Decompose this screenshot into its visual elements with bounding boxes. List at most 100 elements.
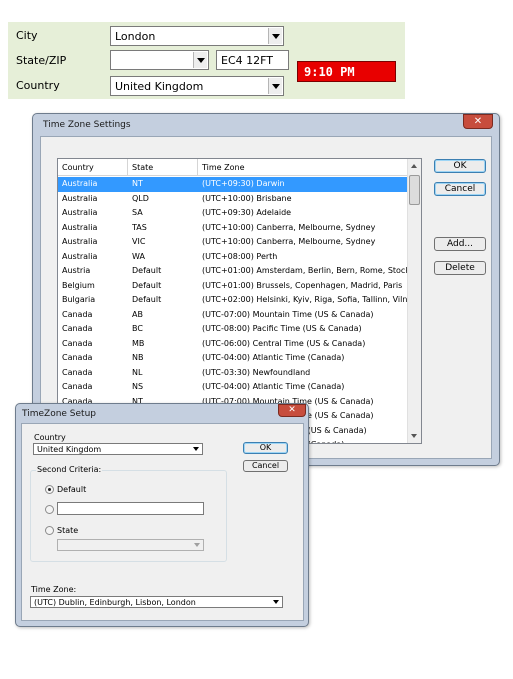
table-row[interactable]: Bulgaria Default (UTC+02:00) Helsinki, Kyi… <box>58 293 409 308</box>
chevron-down-icon[interactable] <box>193 52 207 68</box>
cell-timezone: (UTC+09:30) Darwin <box>202 179 285 188</box>
cell-state: TAS <box>132 222 147 232</box>
state-radio-label: State <box>57 526 79 535</box>
cell-country: Australia <box>62 251 98 261</box>
cell-timezone: (UTC-04:00) Atlantic Time (Canada) <box>202 353 345 362</box>
delete-button[interactable]: Delete <box>434 261 486 275</box>
cell-state: BC <box>132 324 143 333</box>
column-header-country[interactable]: Country <box>58 159 128 176</box>
table-row[interactable]: Canada BC (UTC-08:00) Pacific Time (US & C… <box>58 322 409 337</box>
close-button[interactable]: ✕ <box>278 404 306 417</box>
table-row[interactable]: Austria Default (UTC+01:00) Amsterdam, Ber… <box>58 264 409 279</box>
cell-timezone: (UTC-07:00) Mountain Time (US & Canada) <box>202 309 374 319</box>
cell-country: Canada <box>62 353 93 362</box>
grid-scrollbar[interactable] <box>407 159 421 443</box>
city-value: London <box>115 30 156 43</box>
cell-country: Australia <box>62 237 98 246</box>
cell-state: NS <box>132 382 144 391</box>
cell-state: QLD <box>132 193 149 203</box>
cell-state: Default <box>132 295 162 304</box>
close-icon: ✕ <box>288 405 296 415</box>
table-row[interactable]: Belgium Default (UTC+01:00) Brussels, Cope… <box>58 279 409 294</box>
add-button[interactable]: Add... <box>434 237 486 251</box>
table-row[interactable]: Canada MB (UTC-06:00) Central Time (US & C… <box>58 337 409 352</box>
table-row[interactable]: Australia QLD (UTC+10:00) Brisbane <box>58 192 409 207</box>
country-label: Country <box>16 79 60 92</box>
setup-country-value: United Kingdom <box>37 445 102 454</box>
cell-country: Australia <box>62 179 98 188</box>
setup-country-label: Country <box>34 433 66 442</box>
cell-country: Australia <box>62 222 98 232</box>
setup-ok-button[interactable]: OK <box>243 442 288 454</box>
scroll-up-icon[interactable] <box>408 159 421 173</box>
time-display: 9:10 PM <box>297 61 396 82</box>
state-dropdown[interactable] <box>110 50 209 70</box>
cell-state: SA <box>132 208 143 217</box>
cell-country: Canada <box>62 309 93 319</box>
custom-criteria-input[interactable] <box>57 502 204 515</box>
timezone-grid[interactable]: Country State Time Zone Australia NT (UTC+… <box>57 158 422 444</box>
cell-timezone: (UTC-08:00) Pacific Time (US & Canada) <box>202 324 362 333</box>
city-dropdown[interactable]: London <box>110 26 284 46</box>
setup-state-dropdown[interactable] <box>57 539 204 551</box>
cell-country: Canada <box>62 382 93 391</box>
cell-country: Australia <box>62 208 98 217</box>
scroll-thumb[interactable] <box>409 175 420 205</box>
tz-setup-title: TimeZone Setup <box>22 409 96 419</box>
tz-settings-title: Time Zone Settings <box>43 120 131 130</box>
table-row[interactable]: Australia SA (UTC+09:30) Adelaide <box>58 206 409 221</box>
close-button[interactable]: ✕ <box>463 114 493 129</box>
table-row[interactable]: Canada NS (UTC-04:00) Atlantic Time (Canad… <box>58 380 409 395</box>
column-header-state[interactable]: State <box>128 159 198 176</box>
cell-state: AB <box>132 309 143 319</box>
table-row[interactable]: Australia WA (UTC+08:00) Perth <box>58 250 409 265</box>
cell-state: VIC <box>132 237 146 246</box>
cell-country: Australia <box>62 193 98 203</box>
zip-input[interactable]: EC4 12FT <box>216 50 289 70</box>
column-header-timezone[interactable]: Time Zone <box>198 159 409 176</box>
cell-timezone: (UTC+09:30) Adelaide <box>202 208 292 217</box>
setup-cancel-button[interactable]: Cancel <box>243 460 288 472</box>
table-row[interactable]: Australia VIC (UTC+10:00) Canberra, Melbou… <box>58 235 409 250</box>
time-text: 9:10 PM <box>304 65 355 79</box>
state-zip-label: State/ZIP <box>16 54 67 67</box>
cell-state: Default <box>132 266 162 275</box>
country-dropdown[interactable]: United Kingdom <box>110 76 284 96</box>
cell-timezone: (UTC+01:00) Amsterdam, Berlin, Bern, Rom… <box>202 266 407 275</box>
setup-country-dropdown[interactable]: United Kingdom <box>33 443 203 455</box>
cell-timezone: (UTC+01:00) Brussels, Copenhagen, Madrid… <box>202 280 403 290</box>
cell-country: Canada <box>62 324 93 333</box>
table-row[interactable]: Canada AB (UTC-07:00) Mountain Time (US & … <box>58 308 409 323</box>
table-row[interactable]: Canada NB (UTC-04:00) Atlantic Time (Canad… <box>58 351 409 366</box>
table-row[interactable]: Australia TAS (UTC+10:00) Canberra, Melbou… <box>58 221 409 236</box>
cell-country: Canada <box>62 367 93 377</box>
cancel-button[interactable]: Cancel <box>434 182 486 196</box>
table-row[interactable]: Canada NL (UTC-03:30) Newfoundland <box>58 366 409 381</box>
scroll-down-icon[interactable] <box>408 429 421 443</box>
chevron-down-icon[interactable] <box>192 445 201 453</box>
chevron-down-icon[interactable] <box>193 541 202 549</box>
table-row[interactable]: Australia NT (UTC+09:30) Darwin <box>58 177 409 192</box>
cell-country: Austria <box>62 266 91 275</box>
timezone-dropdown[interactable]: (UTC) Dublin, Edinburgh, Lisbon, London <box>30 596 283 608</box>
cell-state: MB <box>132 338 145 348</box>
second-criteria-label: Second Criteria: <box>36 465 103 474</box>
default-radio[interactable] <box>45 485 54 494</box>
timezone-label: Time Zone: <box>31 585 77 594</box>
chevron-down-icon[interactable] <box>268 78 282 94</box>
city-label: City <box>16 29 38 42</box>
default-radio-label: Default <box>57 485 87 494</box>
cell-timezone: (UTC+08:00) Perth <box>202 251 278 261</box>
close-icon: ✕ <box>473 116 483 127</box>
cell-country: Bulgaria <box>62 295 96 304</box>
state-radio[interactable] <box>45 526 54 535</box>
cell-state: NL <box>132 367 143 377</box>
cell-country: Canada <box>62 338 93 348</box>
cell-timezone: (UTC-06:00) Central Time (US & Canada) <box>202 338 366 348</box>
chevron-down-icon[interactable] <box>272 598 281 606</box>
cell-state: WA <box>132 251 145 261</box>
ok-button[interactable]: OK <box>434 159 486 173</box>
custom-radio[interactable] <box>45 505 54 514</box>
chevron-down-icon[interactable] <box>268 28 282 44</box>
cell-timezone: (UTC+10:00) Canberra, Melbourne, Sydney <box>202 222 376 232</box>
